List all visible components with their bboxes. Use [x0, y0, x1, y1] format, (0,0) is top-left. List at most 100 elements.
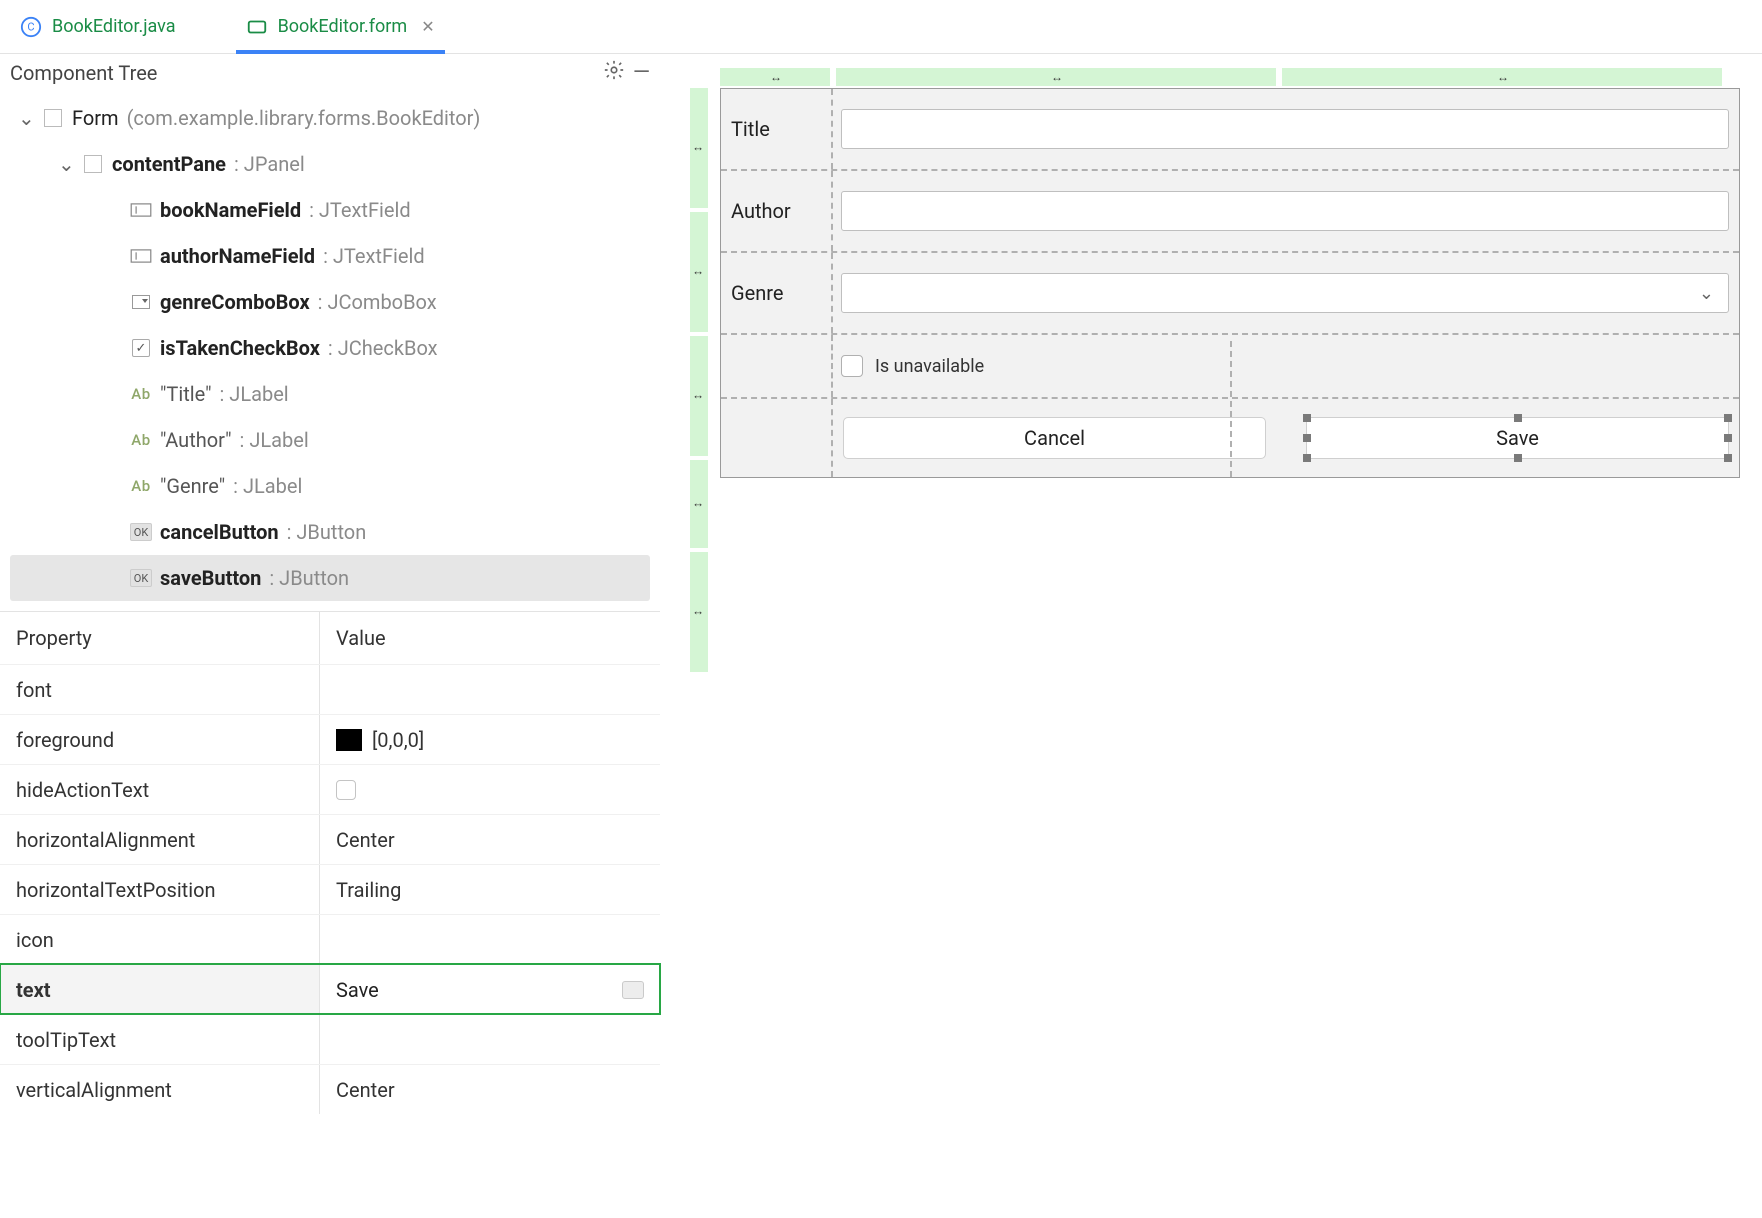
- tree-node-genre[interactable]: Ab"Genre" : JLabel: [0, 463, 660, 509]
- genre-combobox[interactable]: ⌄: [841, 273, 1729, 313]
- tab-label: BookEditor.java: [52, 16, 176, 37]
- save-button[interactable]: Save: [1306, 417, 1729, 459]
- property-value-cell[interactable]: [320, 1015, 660, 1064]
- title-textfield[interactable]: [841, 109, 1729, 149]
- author-textfield[interactable]: [841, 191, 1729, 231]
- browse-icon[interactable]: [622, 981, 644, 999]
- property-value-cell[interactable]: [320, 765, 660, 814]
- label-unavailable[interactable]: Is unavailable: [875, 356, 984, 377]
- ruler-segment[interactable]: ↔: [836, 68, 1276, 86]
- property-row-horizontalAlignment[interactable]: horizontalAlignmentCenter: [0, 814, 660, 864]
- property-value-cell[interactable]: [320, 965, 660, 1014]
- ruler-segment[interactable]: ↕: [690, 88, 708, 208]
- button-icon: OK: [130, 521, 152, 543]
- label-author[interactable]: Author: [731, 199, 831, 223]
- tree-node-authornamefield[interactable]: authorNameField : JTextField: [0, 233, 660, 279]
- property-row-icon[interactable]: icon: [0, 914, 660, 964]
- property-value-cell[interactable]: [320, 665, 660, 714]
- selection-handle[interactable]: [1724, 454, 1732, 462]
- property-name: font: [0, 665, 320, 714]
- gear-icon[interactable]: [603, 59, 625, 86]
- color-swatch[interactable]: [336, 729, 362, 751]
- tree-node-type: : JTextField: [309, 198, 411, 222]
- square-icon: [44, 109, 62, 127]
- tree-node-booknamefield[interactable]: bookNameField : JTextField: [0, 187, 660, 233]
- component-tree: ⌄ Form (com.example.library.forms.BookEd…: [0, 91, 660, 611]
- selection-handle[interactable]: [1724, 414, 1732, 422]
- property-row-hideActionText[interactable]: hideActionText: [0, 764, 660, 814]
- label-genre[interactable]: Genre: [731, 281, 831, 305]
- chevron-down-icon: ⌄: [1699, 283, 1714, 304]
- ruler-segment[interactable]: ↔: [1282, 68, 1722, 86]
- tree-node-savebutton[interactable]: OKsaveButton : JButton: [10, 555, 650, 601]
- property-name: verticalAlignment: [0, 1065, 320, 1114]
- property-value-input[interactable]: [336, 978, 612, 1002]
- chevron-down-icon[interactable]: ⌄: [58, 152, 74, 176]
- property-row-text[interactable]: text: [0, 964, 660, 1014]
- ruler-segment[interactable]: ↕: [690, 552, 708, 672]
- property-row-font[interactable]: font: [0, 664, 660, 714]
- tree-node-type: : JLabel: [219, 382, 288, 406]
- checkbox[interactable]: [336, 780, 356, 800]
- selection-handle[interactable]: [1514, 414, 1522, 422]
- ruler-segment[interactable]: ↕: [690, 336, 708, 456]
- property-row-foreground[interactable]: foreground[0,0,0]: [0, 714, 660, 764]
- ruler-segment[interactable]: ↕: [690, 460, 708, 548]
- tree-node-cancelbutton[interactable]: OK cancelButton : JButton: [0, 509, 660, 555]
- selection-handle[interactable]: [1303, 414, 1311, 422]
- property-row-verticalAlignment[interactable]: verticalAlignmentCenter: [0, 1064, 660, 1114]
- tree-node-type: : JLabel: [233, 474, 302, 498]
- tree-node-type: JPanel: [244, 152, 305, 176]
- property-value-cell[interactable]: Center: [320, 815, 660, 864]
- property-header-value: Value: [320, 612, 660, 664]
- tab-bookeditor-java[interactable]: C BookEditor.java: [10, 0, 186, 53]
- property-value: Center: [336, 828, 395, 852]
- tree-node-genrecombobox[interactable]: genreComboBox : JComboBox: [0, 279, 660, 325]
- tree-node-author[interactable]: Ab"Author" : JLabel: [0, 417, 660, 463]
- tree-node-istakencheckbox[interactable]: ✓isTakenCheckBox : JCheckBox: [0, 325, 660, 371]
- tree-node-label: Form: [72, 106, 119, 130]
- tree-node-form[interactable]: ⌄ Form (com.example.library.forms.BookEd…: [0, 95, 660, 141]
- tree-node-label: isTakenCheckBox: [160, 336, 320, 360]
- minimize-icon[interactable]: —: [633, 60, 650, 85]
- property-row-horizontalTextPosition[interactable]: horizontalTextPositionTrailing: [0, 864, 660, 914]
- property-header: Property Value: [0, 611, 660, 664]
- label-title[interactable]: Title: [731, 117, 831, 141]
- tree-node-type: : JButton: [269, 566, 349, 590]
- button-label: Save: [1496, 426, 1539, 450]
- tree-node-type: : JComboBox: [318, 290, 437, 314]
- cancel-button[interactable]: Cancel: [843, 417, 1266, 459]
- property-value-cell[interactable]: [0,0,0]: [320, 715, 660, 764]
- tree-node-contentpane[interactable]: ⌄ contentPane : JPanel: [0, 141, 660, 187]
- tree-node-type: : JTextField: [323, 244, 425, 268]
- horizontal-rulers: ↔ ↔ ↔: [720, 68, 1762, 86]
- property-value: [0,0,0]: [372, 728, 424, 752]
- tab-bookeditor-form[interactable]: BookEditor.form ✕: [236, 0, 445, 53]
- selection-handle[interactable]: [1514, 454, 1522, 462]
- tree-node-label: "Author": [160, 428, 232, 452]
- tree-node-qualifier: (com.example.library.forms.BookEditor): [127, 106, 481, 130]
- form-preview[interactable]: Title Author Genre ⌄: [720, 88, 1740, 478]
- tree-node-type: : JButton: [287, 520, 367, 544]
- textfield-icon: [130, 199, 152, 221]
- checkbox-icon: ✓: [130, 337, 152, 359]
- selection-handle[interactable]: [1724, 434, 1732, 442]
- property-value-cell[interactable]: Center: [320, 1065, 660, 1114]
- ruler-segment[interactable]: ↕: [690, 212, 708, 332]
- property-value-cell[interactable]: [320, 915, 660, 964]
- selection-handle[interactable]: [1303, 454, 1311, 462]
- tree-node-label: cancelButton: [160, 520, 279, 544]
- tree-node-type: : JLabel: [240, 428, 309, 452]
- property-name: icon: [0, 915, 320, 964]
- ruler-segment[interactable]: ↔: [720, 68, 830, 86]
- textfield-icon: [130, 245, 152, 267]
- chevron-down-icon[interactable]: ⌄: [18, 106, 34, 130]
- unavailable-checkbox[interactable]: [841, 355, 863, 377]
- tree-node-title[interactable]: Ab"Title" : JLabel: [0, 371, 660, 417]
- close-icon[interactable]: ✕: [421, 17, 434, 36]
- selection-handle[interactable]: [1303, 434, 1311, 442]
- property-name: toolTipText: [0, 1015, 320, 1064]
- property-value-cell[interactable]: Trailing: [320, 865, 660, 914]
- tree-node-label: bookNameField: [160, 198, 301, 222]
- property-row-toolTipText[interactable]: toolTipText: [0, 1014, 660, 1064]
